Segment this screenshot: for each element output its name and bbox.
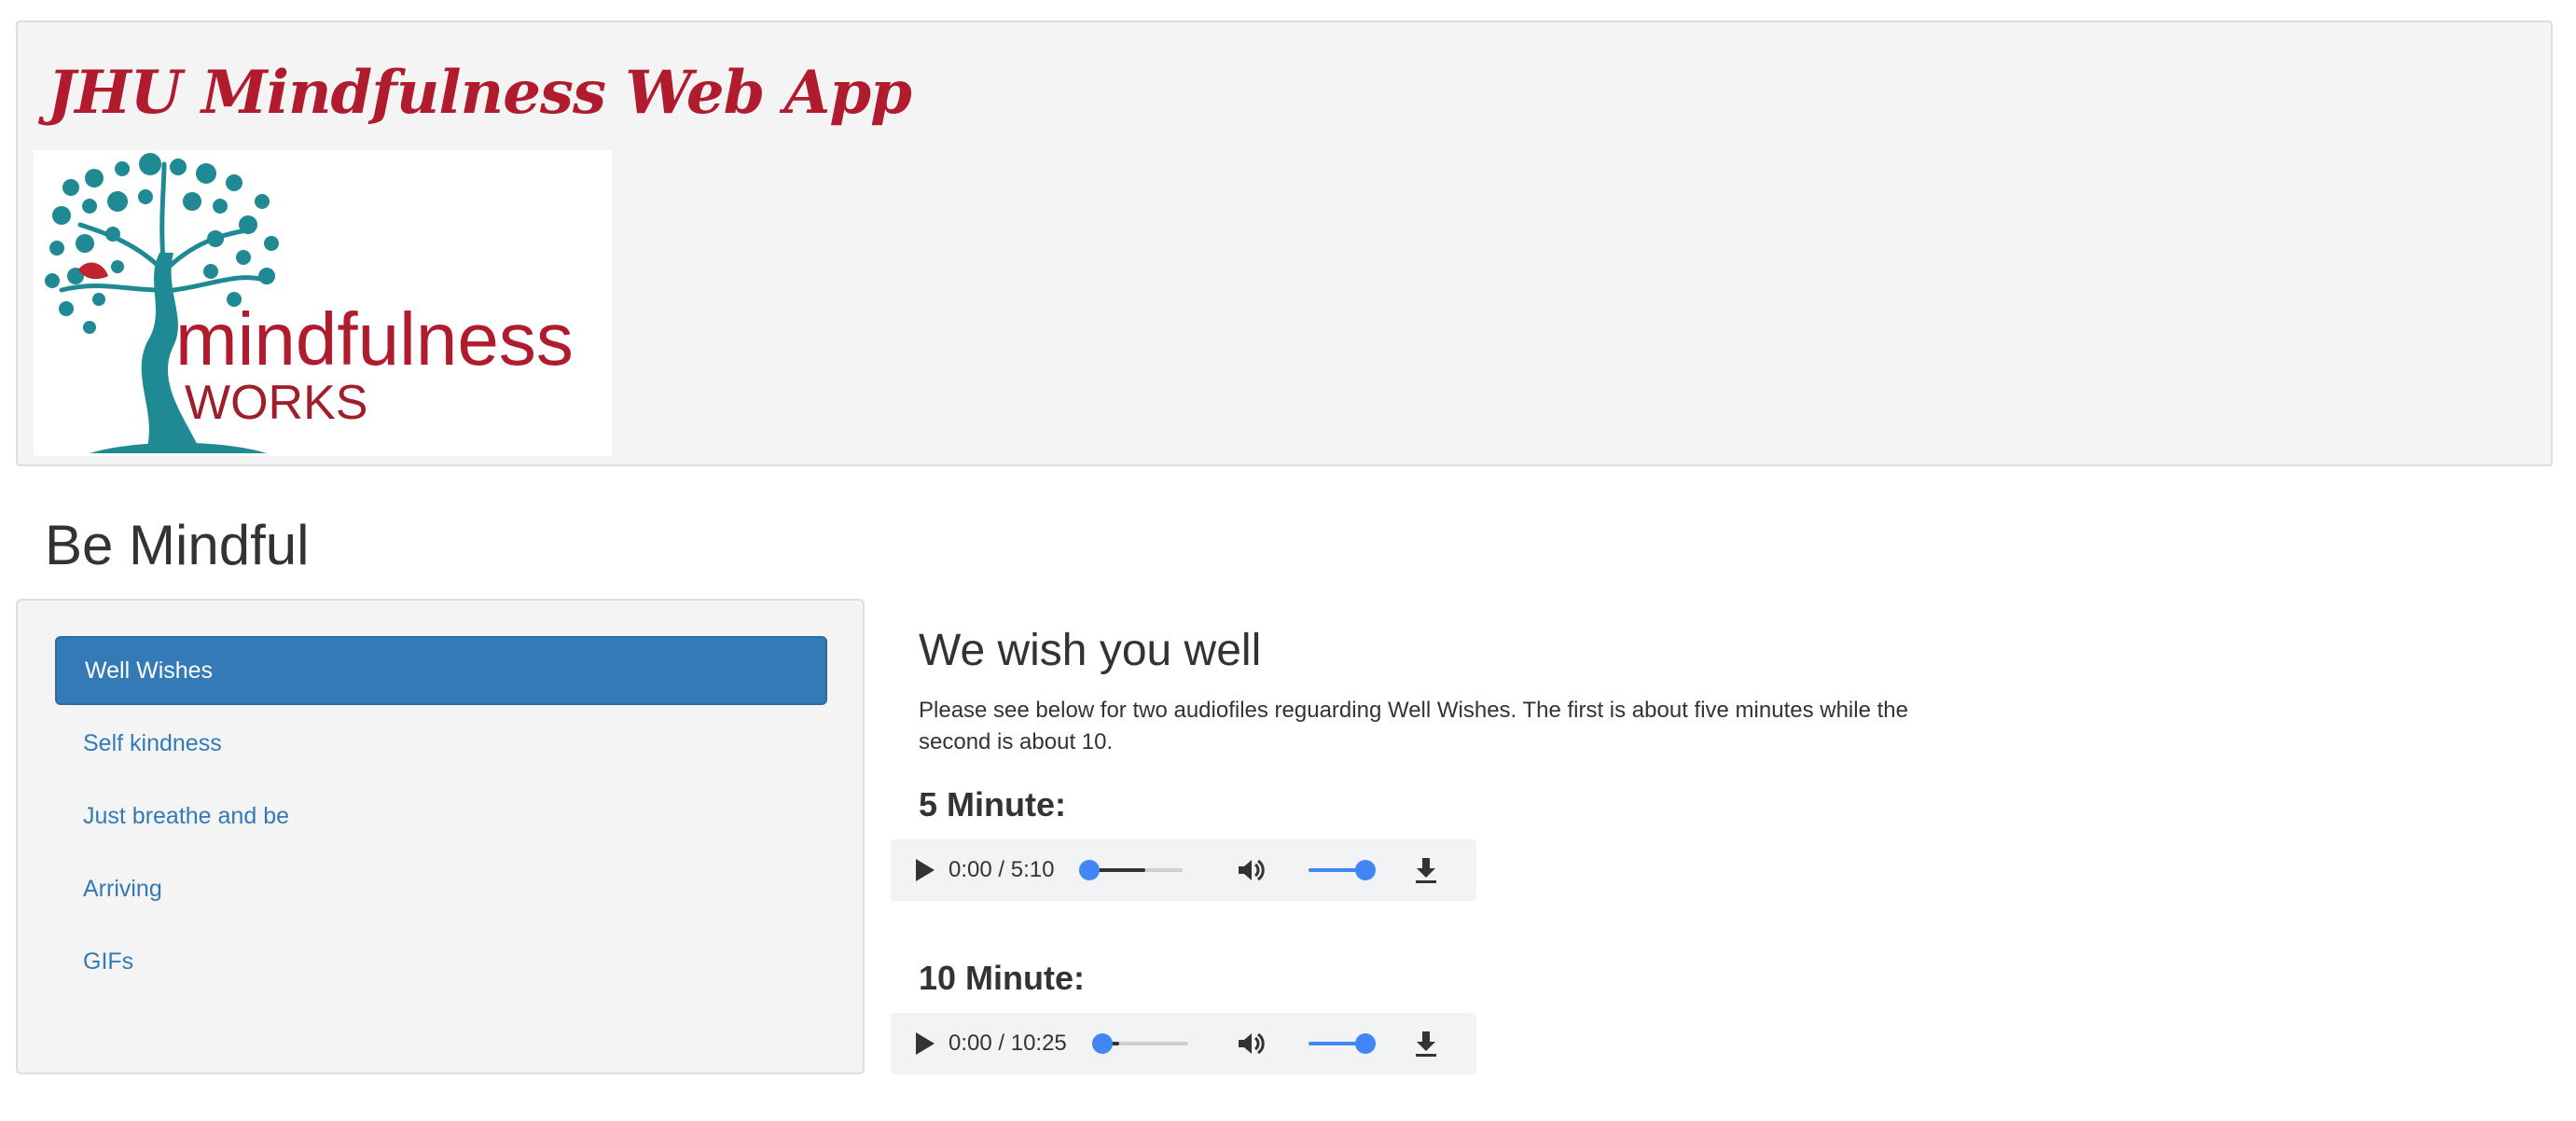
- volume-icon[interactable]: [1236, 855, 1266, 885]
- mindfulness-works-logo: mindfulness WORKS: [34, 150, 612, 456]
- main-content: We wish you well Please see below for tw…: [891, 625, 2038, 1074]
- sidebar-item-just-breathe[interactable]: Just breathe and be: [55, 782, 827, 851]
- section-title: We wish you well: [919, 626, 1262, 675]
- svg-text:WORKS: WORKS: [185, 376, 367, 430]
- sidebar-item-self-kindness[interactable]: Self kindness: [55, 709, 827, 778]
- play-icon[interactable]: [909, 1029, 939, 1059]
- app-title: JHU Mindfulness Web App: [48, 58, 912, 128]
- audio-seek-bar[interactable]: [1092, 1033, 1188, 1054]
- audio-seek-bar[interactable]: [1079, 860, 1183, 880]
- audio-heading-10-minute: 10 Minute:: [919, 959, 1086, 997]
- sidebar-item-well-wishes[interactable]: Well Wishes: [55, 636, 827, 705]
- audio-seek-thumb[interactable]: [1079, 860, 1100, 880]
- sidebar-nav: Well Wishes Self kindness Just breathe a…: [55, 636, 827, 1000]
- sidebar: Well Wishes Self kindness Just breathe a…: [16, 599, 865, 1074]
- app-header: JHU Mindfulness Web App mindfulness WORK…: [16, 21, 2553, 466]
- sidebar-item-arriving[interactable]: Arriving: [55, 854, 827, 923]
- audio-player-5-minute[interactable]: 0:00 / 5:10: [891, 839, 1476, 901]
- audio-heading-5-minute: 5 Minute:: [919, 785, 1066, 823]
- svg-text:mindfulness: mindfulness: [175, 298, 574, 381]
- audio-player-10-minute[interactable]: 0:00 / 10:25: [891, 1013, 1476, 1074]
- sidebar-item-gifs[interactable]: GIFs: [55, 927, 827, 996]
- download-icon[interactable]: [1411, 1029, 1441, 1059]
- page-title: Be Mindful: [45, 514, 310, 576]
- download-icon[interactable]: [1411, 855, 1441, 885]
- volume-thumb[interactable]: [1355, 860, 1376, 880]
- audio-time: 0:00 / 10:25: [949, 1031, 1067, 1056]
- play-icon[interactable]: [909, 855, 939, 885]
- audio-seek-thumb[interactable]: [1092, 1033, 1113, 1054]
- volume-icon[interactable]: [1236, 1029, 1266, 1059]
- audio-time: 0:00 / 5:10: [949, 857, 1055, 882]
- volume-thumb[interactable]: [1355, 1033, 1376, 1054]
- section-description: Please see below for two audiofiles regu…: [919, 698, 1908, 754]
